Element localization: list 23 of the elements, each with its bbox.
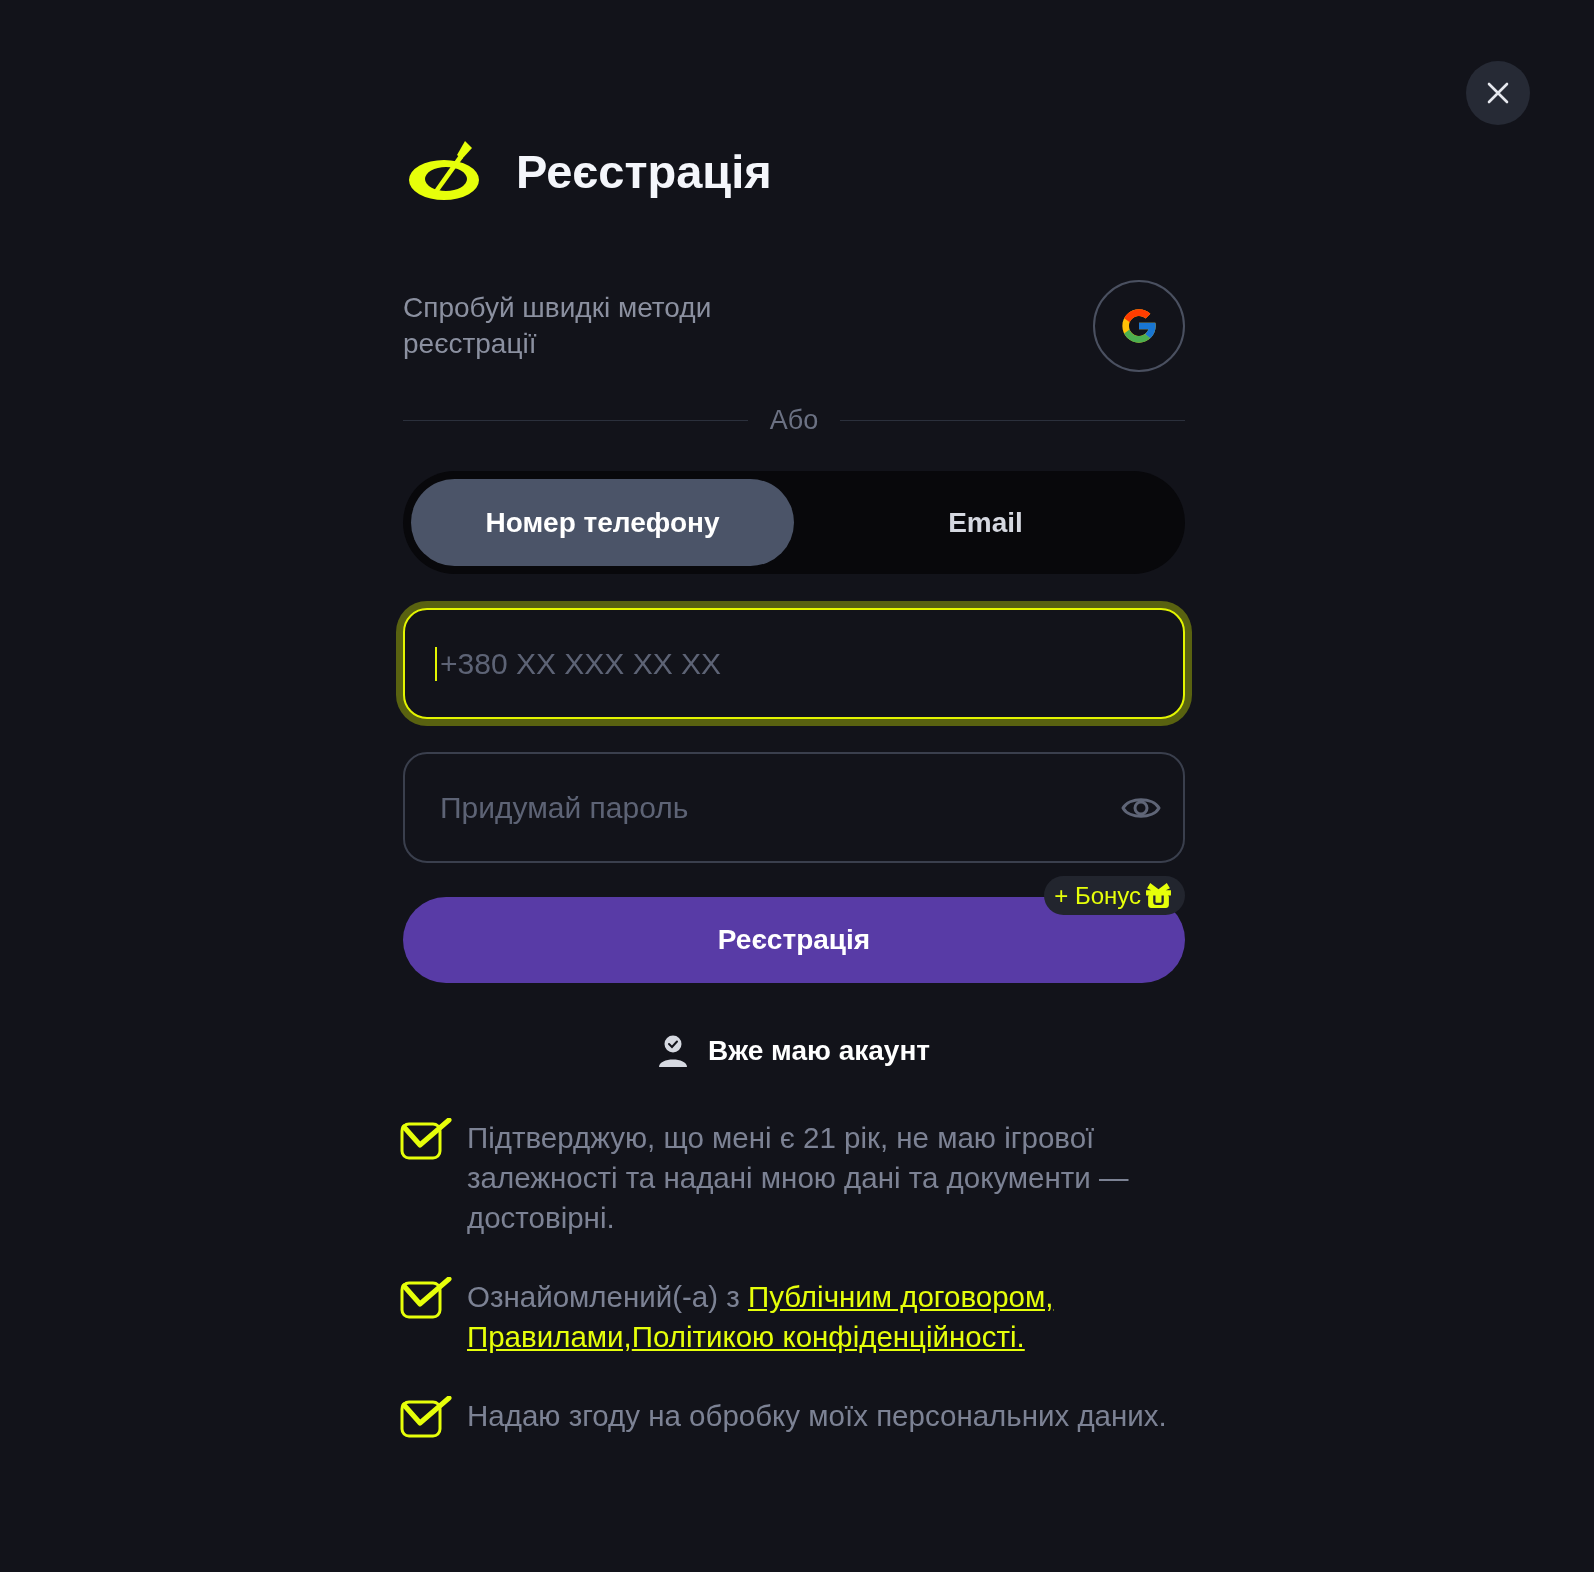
- close-icon: [1487, 82, 1509, 104]
- user-check-icon: [658, 1035, 688, 1067]
- logo-icon: [408, 141, 480, 201]
- text-cursor: [435, 646, 437, 681]
- password-field[interactable]: Придумай пароль: [403, 752, 1185, 863]
- consent-text: Надаю згоду на обробку моїх персональних даних.: [467, 1398, 1168, 1434]
- phone-field[interactable]: +380 XX XXX XX XX: [403, 608, 1185, 719]
- tab[interactable]: Номер телефону: [411, 479, 794, 566]
- google-button[interactable]: [1093, 280, 1185, 372]
- tab[interactable]: Email: [794, 479, 1177, 566]
- consent-link[interactable]: Правилами,: [467, 1320, 632, 1353]
- google-icon: [1119, 306, 1159, 346]
- gift-icon: [1145, 882, 1172, 909]
- checkbox[interactable]: [400, 1277, 452, 1319]
- consent-link[interactable]: Політикою конфіденційності.: [631, 1320, 1025, 1353]
- checkbox[interactable]: [400, 1118, 452, 1160]
- consent-text: Підтверджую, що мені є 21 рік, не маю ігрової залежності та надані мною дані та документи — достовірні.: [467, 1120, 1130, 1236]
- consent-link[interactable]: Публічним договором,: [748, 1280, 1054, 1313]
- consent-text: Ознайомлений(-а) з Публічним договором, Правилами,Політикою конфіденційності.: [467, 1279, 1055, 1355]
- login-link[interactable]: Вже маю акаунт: [658, 1031, 930, 1071]
- divider-label: Або: [769, 403, 819, 437]
- checkbox[interactable]: [400, 1396, 452, 1438]
- quick-signup-text: Спробуй швидкі методи реєстрації: [403, 291, 713, 361]
